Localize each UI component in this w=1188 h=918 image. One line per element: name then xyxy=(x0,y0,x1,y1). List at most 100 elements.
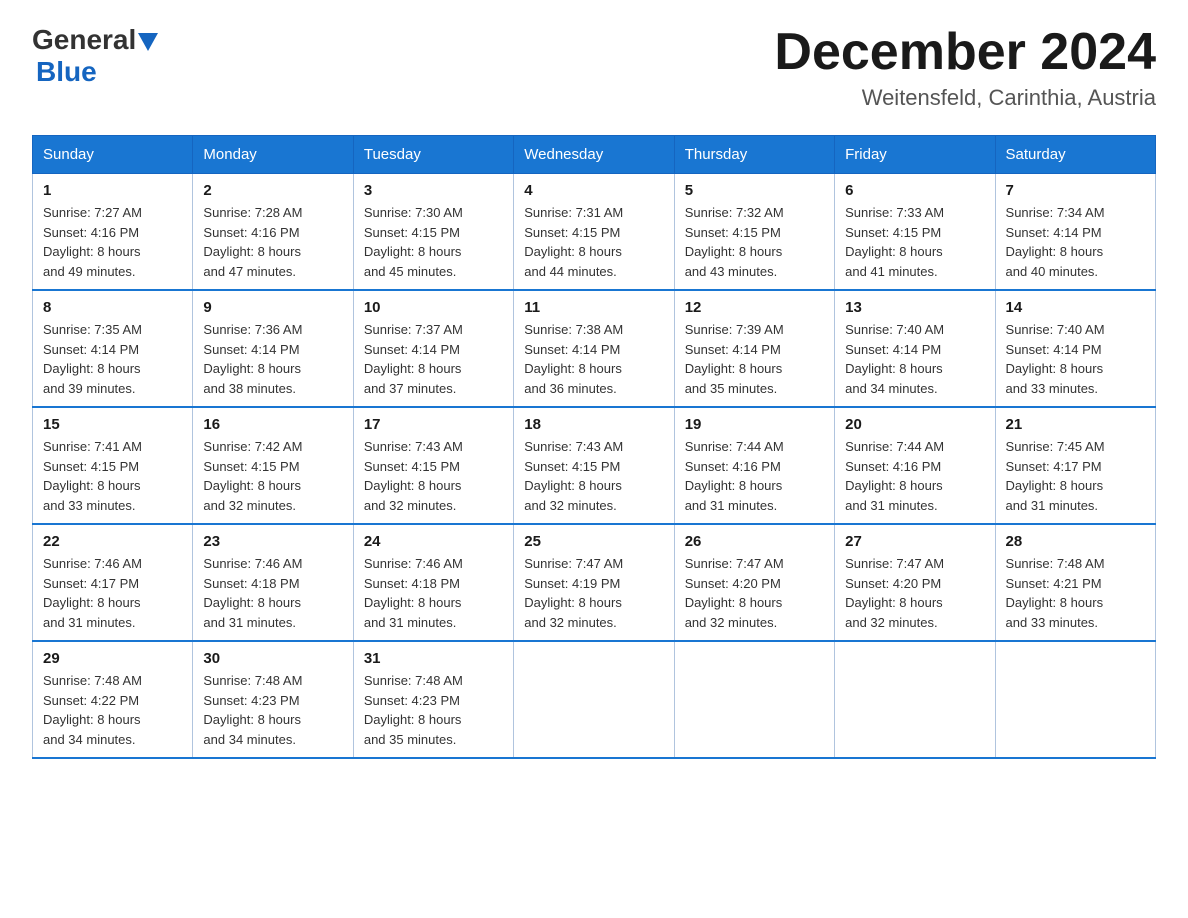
day-cell: 20 Sunrise: 7:44 AM Sunset: 4:16 PM Dayl… xyxy=(835,407,995,524)
day-number: 15 xyxy=(43,416,182,433)
day-number: 21 xyxy=(1006,416,1145,433)
day-number: 31 xyxy=(364,650,503,667)
header-friday: Friday xyxy=(835,136,995,174)
day-cell: 22 Sunrise: 7:46 AM Sunset: 4:17 PM Dayl… xyxy=(33,524,193,641)
calendar-subtitle: Weitensfeld, Carinthia, Austria xyxy=(774,85,1156,111)
header-monday: Monday xyxy=(193,136,353,174)
day-number: 14 xyxy=(1006,299,1145,316)
day-cell: 30 Sunrise: 7:48 AM Sunset: 4:23 PM Dayl… xyxy=(193,641,353,758)
day-info: Sunrise: 7:28 AM Sunset: 4:16 PM Dayligh… xyxy=(203,203,342,281)
day-info: Sunrise: 7:40 AM Sunset: 4:14 PM Dayligh… xyxy=(845,320,984,398)
day-number: 2 xyxy=(203,182,342,199)
day-info: Sunrise: 7:27 AM Sunset: 4:16 PM Dayligh… xyxy=(43,203,182,281)
day-number: 19 xyxy=(685,416,824,433)
day-info: Sunrise: 7:48 AM Sunset: 4:23 PM Dayligh… xyxy=(364,671,503,749)
day-number: 22 xyxy=(43,533,182,550)
week-row-1: 1 Sunrise: 7:27 AM Sunset: 4:16 PM Dayli… xyxy=(33,174,1156,291)
day-cell: 15 Sunrise: 7:41 AM Sunset: 4:15 PM Dayl… xyxy=(33,407,193,524)
calendar-title: December 2024 xyxy=(774,24,1156,81)
logo-blue-text: Blue xyxy=(36,56,97,88)
day-number: 11 xyxy=(524,299,663,316)
header-wednesday: Wednesday xyxy=(514,136,674,174)
day-info: Sunrise: 7:42 AM Sunset: 4:15 PM Dayligh… xyxy=(203,437,342,515)
day-cell: 3 Sunrise: 7:30 AM Sunset: 4:15 PM Dayli… xyxy=(353,174,513,291)
day-cell: 25 Sunrise: 7:47 AM Sunset: 4:19 PM Dayl… xyxy=(514,524,674,641)
day-cell: 19 Sunrise: 7:44 AM Sunset: 4:16 PM Dayl… xyxy=(674,407,834,524)
day-cell: 8 Sunrise: 7:35 AM Sunset: 4:14 PM Dayli… xyxy=(33,290,193,407)
day-number: 23 xyxy=(203,533,342,550)
page-header: General Blue December 2024 Weitensfeld, … xyxy=(32,24,1156,111)
day-cell: 12 Sunrise: 7:39 AM Sunset: 4:14 PM Dayl… xyxy=(674,290,834,407)
week-row-2: 8 Sunrise: 7:35 AM Sunset: 4:14 PM Dayli… xyxy=(33,290,1156,407)
day-cell: 10 Sunrise: 7:37 AM Sunset: 4:14 PM Dayl… xyxy=(353,290,513,407)
day-info: Sunrise: 7:46 AM Sunset: 4:17 PM Dayligh… xyxy=(43,554,182,632)
day-number: 26 xyxy=(685,533,824,550)
day-info: Sunrise: 7:47 AM Sunset: 4:19 PM Dayligh… xyxy=(524,554,663,632)
day-number: 6 xyxy=(845,182,984,199)
week-row-5: 29 Sunrise: 7:48 AM Sunset: 4:22 PM Dayl… xyxy=(33,641,1156,758)
calendar-title-block: December 2024 Weitensfeld, Carinthia, Au… xyxy=(774,24,1156,111)
day-cell xyxy=(514,641,674,758)
day-number: 18 xyxy=(524,416,663,433)
day-number: 1 xyxy=(43,182,182,199)
day-cell: 9 Sunrise: 7:36 AM Sunset: 4:14 PM Dayli… xyxy=(193,290,353,407)
header-saturday: Saturday xyxy=(995,136,1155,174)
logo-triangle-icon xyxy=(138,33,158,51)
day-cell: 5 Sunrise: 7:32 AM Sunset: 4:15 PM Dayli… xyxy=(674,174,834,291)
day-number: 20 xyxy=(845,416,984,433)
day-info: Sunrise: 7:37 AM Sunset: 4:14 PM Dayligh… xyxy=(364,320,503,398)
day-number: 7 xyxy=(1006,182,1145,199)
day-cell: 24 Sunrise: 7:46 AM Sunset: 4:18 PM Dayl… xyxy=(353,524,513,641)
day-number: 17 xyxy=(364,416,503,433)
day-number: 28 xyxy=(1006,533,1145,550)
day-info: Sunrise: 7:47 AM Sunset: 4:20 PM Dayligh… xyxy=(845,554,984,632)
day-info: Sunrise: 7:40 AM Sunset: 4:14 PM Dayligh… xyxy=(1006,320,1145,398)
day-number: 16 xyxy=(203,416,342,433)
day-cell: 14 Sunrise: 7:40 AM Sunset: 4:14 PM Dayl… xyxy=(995,290,1155,407)
logo: General Blue xyxy=(32,24,158,88)
day-info: Sunrise: 7:44 AM Sunset: 4:16 PM Dayligh… xyxy=(845,437,984,515)
day-info: Sunrise: 7:34 AM Sunset: 4:14 PM Dayligh… xyxy=(1006,203,1145,281)
day-cell: 1 Sunrise: 7:27 AM Sunset: 4:16 PM Dayli… xyxy=(33,174,193,291)
day-info: Sunrise: 7:30 AM Sunset: 4:15 PM Dayligh… xyxy=(364,203,503,281)
day-info: Sunrise: 7:39 AM Sunset: 4:14 PM Dayligh… xyxy=(685,320,824,398)
day-cell: 16 Sunrise: 7:42 AM Sunset: 4:15 PM Dayl… xyxy=(193,407,353,524)
day-info: Sunrise: 7:47 AM Sunset: 4:20 PM Dayligh… xyxy=(685,554,824,632)
day-cell: 11 Sunrise: 7:38 AM Sunset: 4:14 PM Dayl… xyxy=(514,290,674,407)
day-number: 30 xyxy=(203,650,342,667)
day-number: 9 xyxy=(203,299,342,316)
header-tuesday: Tuesday xyxy=(353,136,513,174)
day-cell: 31 Sunrise: 7:48 AM Sunset: 4:23 PM Dayl… xyxy=(353,641,513,758)
day-info: Sunrise: 7:44 AM Sunset: 4:16 PM Dayligh… xyxy=(685,437,824,515)
day-info: Sunrise: 7:41 AM Sunset: 4:15 PM Dayligh… xyxy=(43,437,182,515)
day-number: 10 xyxy=(364,299,503,316)
day-number: 5 xyxy=(685,182,824,199)
day-info: Sunrise: 7:43 AM Sunset: 4:15 PM Dayligh… xyxy=(524,437,663,515)
day-cell: 28 Sunrise: 7:48 AM Sunset: 4:21 PM Dayl… xyxy=(995,524,1155,641)
day-info: Sunrise: 7:32 AM Sunset: 4:15 PM Dayligh… xyxy=(685,203,824,281)
day-info: Sunrise: 7:46 AM Sunset: 4:18 PM Dayligh… xyxy=(364,554,503,632)
day-info: Sunrise: 7:48 AM Sunset: 4:23 PM Dayligh… xyxy=(203,671,342,749)
day-cell: 17 Sunrise: 7:43 AM Sunset: 4:15 PM Dayl… xyxy=(353,407,513,524)
day-info: Sunrise: 7:35 AM Sunset: 4:14 PM Dayligh… xyxy=(43,320,182,398)
day-info: Sunrise: 7:48 AM Sunset: 4:22 PM Dayligh… xyxy=(43,671,182,749)
header-thursday: Thursday xyxy=(674,136,834,174)
day-cell: 13 Sunrise: 7:40 AM Sunset: 4:14 PM Dayl… xyxy=(835,290,995,407)
day-info: Sunrise: 7:43 AM Sunset: 4:15 PM Dayligh… xyxy=(364,437,503,515)
day-info: Sunrise: 7:45 AM Sunset: 4:17 PM Dayligh… xyxy=(1006,437,1145,515)
header-sunday: Sunday xyxy=(33,136,193,174)
day-info: Sunrise: 7:46 AM Sunset: 4:18 PM Dayligh… xyxy=(203,554,342,632)
day-cell: 4 Sunrise: 7:31 AM Sunset: 4:15 PM Dayli… xyxy=(514,174,674,291)
day-number: 3 xyxy=(364,182,503,199)
day-number: 29 xyxy=(43,650,182,667)
day-cell: 26 Sunrise: 7:47 AM Sunset: 4:20 PM Dayl… xyxy=(674,524,834,641)
day-info: Sunrise: 7:38 AM Sunset: 4:14 PM Dayligh… xyxy=(524,320,663,398)
day-cell: 7 Sunrise: 7:34 AM Sunset: 4:14 PM Dayli… xyxy=(995,174,1155,291)
calendar-table: SundayMondayTuesdayWednesdayThursdayFrid… xyxy=(32,135,1156,759)
day-number: 8 xyxy=(43,299,182,316)
day-number: 12 xyxy=(685,299,824,316)
day-number: 25 xyxy=(524,533,663,550)
calendar-header-row: SundayMondayTuesdayWednesdayThursdayFrid… xyxy=(33,136,1156,174)
week-row-3: 15 Sunrise: 7:41 AM Sunset: 4:15 PM Dayl… xyxy=(33,407,1156,524)
day-number: 24 xyxy=(364,533,503,550)
